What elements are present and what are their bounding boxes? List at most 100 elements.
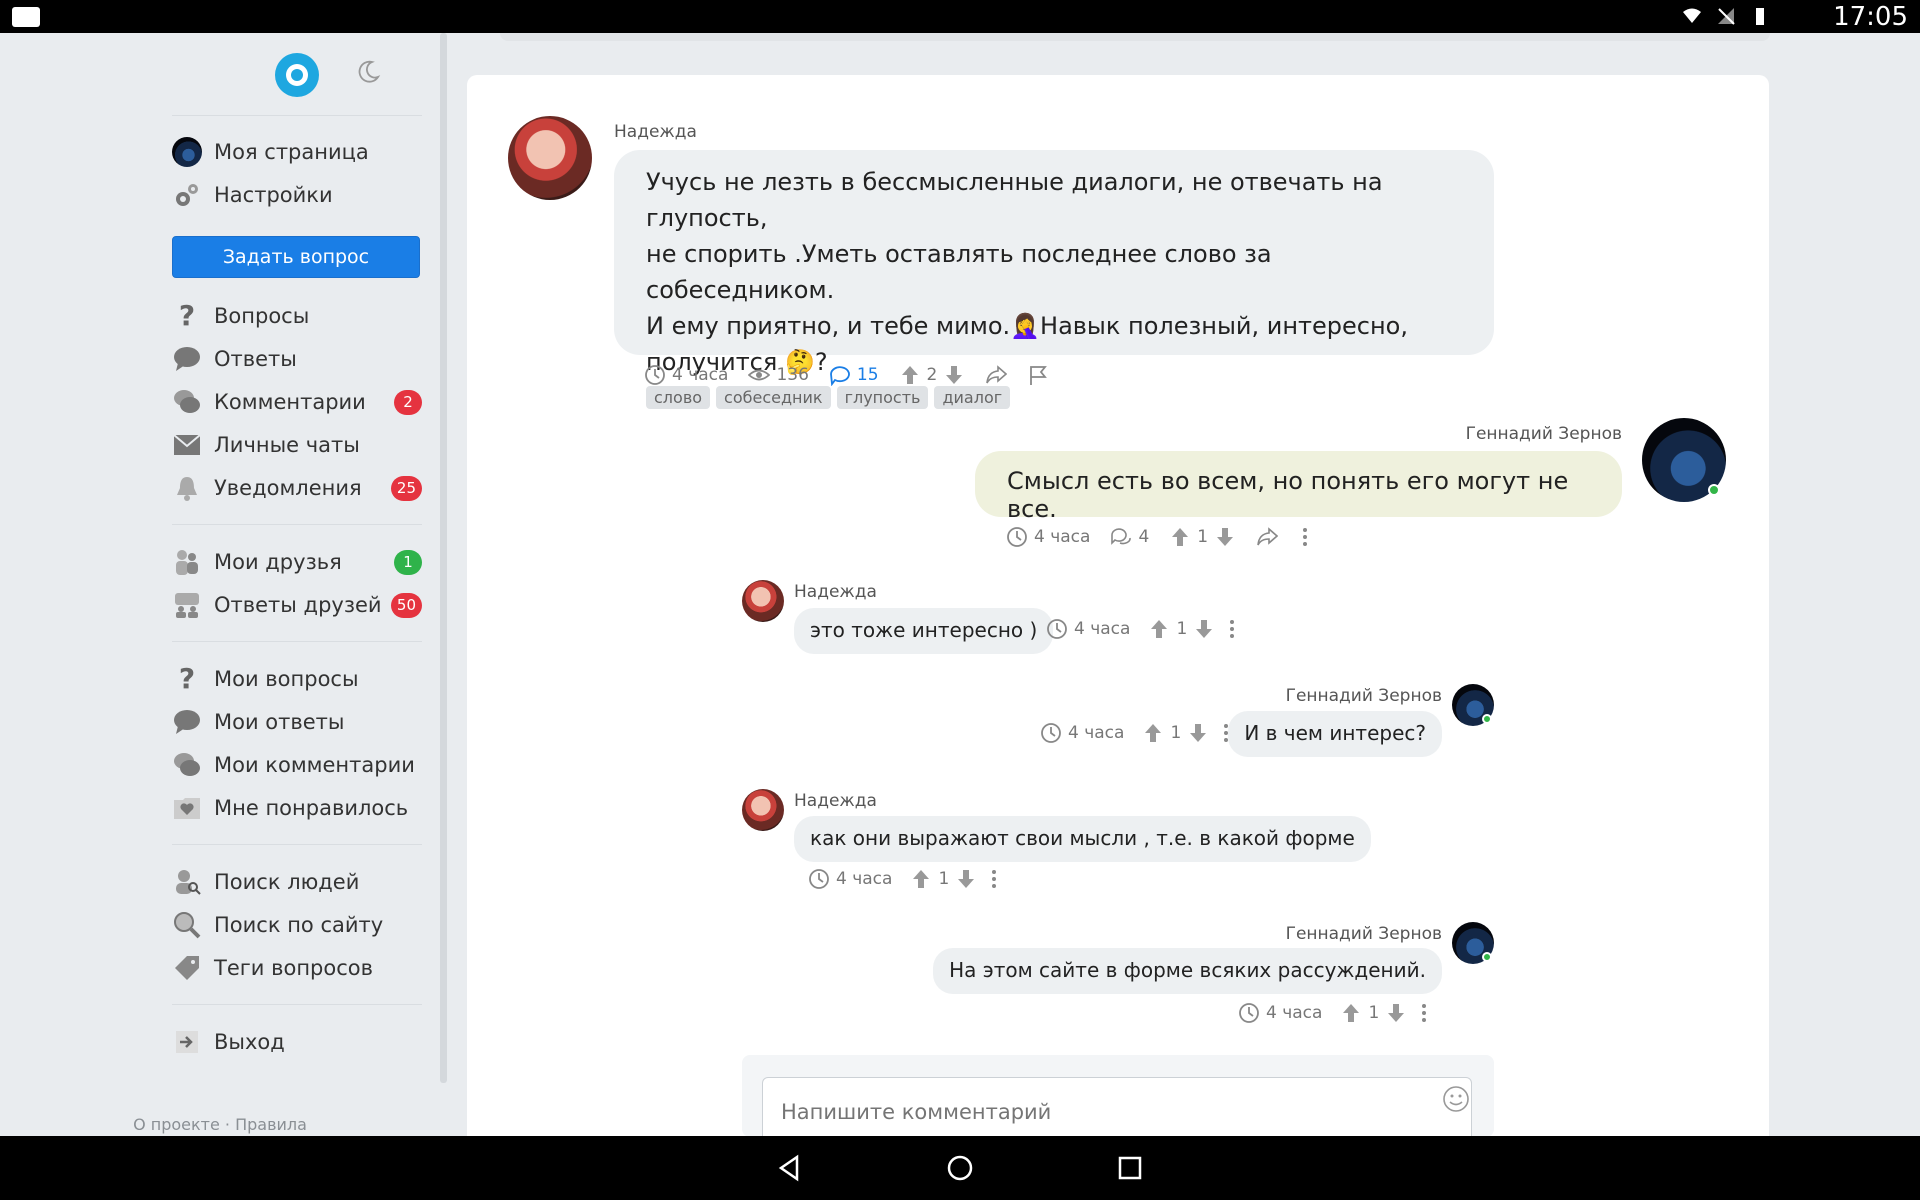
post-text-line: не спорить .Уметь оставлять последнее сл… (646, 240, 1272, 304)
friends-count-badge: 1 (394, 550, 422, 575)
reply-meta: 4 часа 1 (1238, 1002, 1435, 1024)
reply-author[interactable]: Геннадий Зернов (1286, 686, 1442, 706)
reply-time: 4 часа (1266, 1003, 1323, 1023)
tag[interactable]: собеседник (716, 386, 831, 409)
downvote-icon[interactable] (943, 364, 965, 386)
notifications-count-badge: 25 (390, 476, 422, 501)
sidebar-item-questions[interactable]: ? Вопросы (172, 294, 422, 337)
post-comments-count[interactable]: 15 (857, 365, 879, 385)
sidebar-item-my-comments[interactable]: Мои комментарии (172, 743, 422, 786)
sidebar-item-settings[interactable]: Настройки (172, 173, 422, 216)
sidebar-item-my-friends[interactable]: Мои друзья 1 (172, 540, 422, 583)
upvote-icon[interactable] (910, 868, 932, 890)
share-icon[interactable] (1256, 526, 1279, 548)
upvote-icon[interactable] (1142, 722, 1164, 744)
heart-folder-icon (174, 797, 200, 819)
home-icon[interactable] (945, 1153, 975, 1183)
reply-time: 4 часа (836, 869, 893, 889)
sidebar-item-comments[interactable]: Комментарии 2 (172, 380, 422, 423)
sidebar-item-label: Мои комментарии (214, 752, 415, 777)
tag[interactable]: диалог (934, 386, 1011, 409)
clock: 17:05 (1833, 2, 1908, 32)
flag-icon[interactable] (1027, 364, 1049, 386)
tag-list: слово собеседник глупость диалог (646, 386, 1462, 409)
downvote-icon[interactable] (1187, 722, 1209, 744)
sidebar-item-label: Поиск по сайту (214, 912, 384, 937)
answer-text: Смысл есть во всем, но понять его могут … (1007, 467, 1569, 523)
divider (172, 524, 422, 525)
sidebar-item-liked[interactable]: Мне понравилось (172, 786, 422, 829)
clock-icon (809, 869, 829, 889)
sidebar-item-label: Ответы друзей (214, 592, 382, 617)
sidebar-item-friends-answers[interactable]: Ответы друзей 50 (172, 583, 422, 626)
sidebar-item-notifications[interactable]: Уведомления 25 (172, 466, 422, 509)
divider (172, 844, 422, 845)
sidebar-item-label: Мои друзья (214, 549, 342, 574)
answer-time: 4 часа (1034, 527, 1091, 547)
more-icon[interactable] (1221, 618, 1243, 640)
sidebar-menu: Моя страница Настройки Задать вопрос ? В… (172, 115, 422, 1063)
reply-author[interactable]: Надежда (794, 791, 877, 811)
avatar[interactable] (742, 789, 784, 831)
sidebar-item-search-people[interactable]: Поиск людей (172, 860, 422, 903)
reply-text: это тоже интересно ) (810, 618, 1038, 642)
sidebar-item-my-questions[interactable]: ? Мои вопросы (172, 657, 422, 700)
tag[interactable]: слово (646, 386, 711, 409)
sidebar-item-logout[interactable]: Выход (172, 1020, 422, 1063)
reply-bubble: На этом сайте в форме всяких рассуждений… (933, 948, 1442, 994)
reply-author[interactable]: Надежда (794, 582, 877, 602)
answer-comments-count[interactable]: 4 (1138, 527, 1149, 547)
sidebar-scrollbar[interactable] (440, 33, 447, 1083)
logout-icon (176, 1030, 198, 1053)
sidebar-item-site-search[interactable]: Поиск по сайту (172, 903, 422, 946)
sidebar-item-my-answers[interactable]: Мои ответы (172, 700, 422, 743)
question-icon: ? (178, 299, 196, 332)
avatar[interactable] (742, 580, 784, 622)
footer-links[interactable]: О проекте · Правила (0, 1115, 440, 1134)
sidebar-item-private-chats[interactable]: Личные чаты (172, 423, 422, 466)
more-icon[interactable] (983, 868, 1005, 890)
sidebar-item-question-tags[interactable]: Теги вопросов (172, 946, 422, 989)
search-icon (174, 911, 201, 938)
upvote-icon[interactable] (899, 364, 921, 386)
post-bubble: Учусь не лезть в бессмысленные диалоги, … (614, 150, 1494, 409)
tag-icon (175, 955, 199, 980)
upvote-icon[interactable] (1340, 1002, 1362, 1024)
emoji-icon[interactable] (1442, 1085, 1470, 1113)
answer-author[interactable]: Геннадий Зернов (1466, 424, 1622, 444)
back-icon[interactable] (775, 1153, 805, 1183)
downvote-icon[interactable] (1214, 526, 1236, 548)
reply-author[interactable]: Геннадий Зернов (1286, 924, 1442, 944)
sidebar-item-label: Личные чаты (214, 432, 360, 457)
more-icon[interactable] (1215, 722, 1237, 744)
upvote-icon[interactable] (1148, 618, 1170, 640)
clock-icon (1047, 619, 1067, 639)
more-icon[interactable] (1294, 526, 1316, 548)
tag[interactable]: глупость (836, 386, 929, 409)
downvote-icon[interactable] (955, 868, 977, 890)
site-logo-icon[interactable] (275, 53, 319, 97)
ask-question-button[interactable]: Задать вопрос (172, 236, 420, 278)
post-author[interactable]: Надежда (614, 122, 697, 142)
avatar[interactable] (508, 116, 592, 200)
reply-meta: 4 часа 1 (1040, 722, 1237, 744)
recents-icon[interactable] (1115, 1153, 1145, 1183)
friends-answers-count-badge: 50 (390, 593, 422, 618)
comments-icon[interactable] (1110, 526, 1132, 548)
answer-bubble: Смысл есть во всем, но понять его могут … (975, 451, 1622, 523)
downvote-icon[interactable] (1385, 1002, 1407, 1024)
comment-icon[interactable] (829, 364, 851, 386)
comments-count-badge: 2 (394, 390, 422, 415)
reply-bubble: как они выражают свои мысли , т.е. в как… (794, 816, 1371, 862)
share-icon[interactable] (985, 364, 1008, 386)
sidebar-item-label: Вопросы (214, 303, 310, 328)
eye-icon (748, 369, 771, 381)
sidebar-item-my-page[interactable]: Моя страница (172, 130, 422, 173)
online-indicator (1708, 484, 1720, 496)
more-icon[interactable] (1413, 1002, 1435, 1024)
sidebar-item-answers[interactable]: Ответы (172, 337, 422, 380)
moon-icon[interactable] (355, 59, 381, 85)
upvote-icon[interactable] (1169, 526, 1191, 548)
downvote-icon[interactable] (1193, 618, 1215, 640)
search-people-icon (176, 869, 201, 895)
